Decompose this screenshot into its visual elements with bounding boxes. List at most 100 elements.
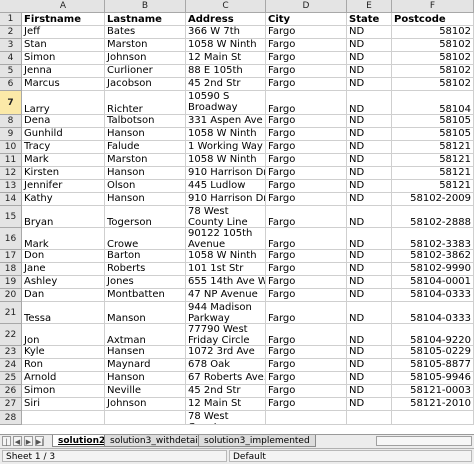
cell-postcode[interactable]: 58105-9946 (392, 372, 474, 385)
cell-city[interactable]: Fargo (266, 52, 347, 65)
cell-firstname[interactable]: Larry (22, 91, 105, 115)
cell-state[interactable]: ND (347, 228, 392, 250)
cell-address[interactable]: 88 E 105th (186, 65, 266, 78)
cell-address[interactable]: 1058 W Ninth (186, 250, 266, 263)
row-header[interactable]: 25 (0, 372, 22, 385)
cell-city[interactable]: Fargo (266, 276, 347, 289)
cell-postcode[interactable]: 58102-2888 (392, 206, 474, 228)
cell-state[interactable]: ND (347, 385, 392, 398)
cell-firstname[interactable]: Tessa (22, 302, 105, 324)
row-header[interactable]: 5 (0, 65, 22, 78)
cell-firstname[interactable]: Ashley (22, 276, 105, 289)
cell-state[interactable]: ND (347, 250, 392, 263)
row-header[interactable]: 24 (0, 359, 22, 372)
cell-state[interactable]: ND (347, 372, 392, 385)
cell-state[interactable]: ND (347, 180, 392, 193)
row-header[interactable]: 11 (0, 154, 22, 167)
cell-city[interactable]: Fargo (266, 128, 347, 141)
cell-firstname[interactable]: Simon (22, 385, 105, 398)
column-header-a[interactable]: A (22, 0, 105, 12)
cell-address[interactable]: 12 Main St (186, 52, 266, 65)
cell-address[interactable]: 445 Ludlow (186, 180, 266, 193)
row-header[interactable]: 17 (0, 250, 22, 263)
cell-lastname[interactable]: Bates (105, 26, 186, 39)
cell-address[interactable]: 10590 S Broadway (186, 91, 266, 115)
cell-lastname[interactable]: Hansen (105, 346, 186, 359)
cell-address[interactable]: 1072 3rd Ave (186, 346, 266, 359)
cell-state[interactable]: ND (347, 39, 392, 52)
cell-state[interactable]: ND (347, 398, 392, 411)
cell-firstname[interactable]: Jon (22, 324, 105, 346)
cell-postcode[interactable]: 58102 (392, 39, 474, 52)
row-header[interactable]: 10 (0, 141, 22, 154)
cell-firstname[interactable]: Tracy (22, 141, 105, 154)
cell-lastname[interactable]: Jacobson (105, 78, 186, 91)
row-header[interactable]: 7 (0, 91, 22, 115)
tab-solution3-implemented[interactable]: solution3_implemented (198, 435, 316, 447)
cell-address[interactable]: 678 Oak (186, 359, 266, 372)
row-header[interactable]: 16 (0, 228, 22, 250)
cell-state[interactable]: ND (347, 359, 392, 372)
cell-state[interactable]: ND (347, 276, 392, 289)
cell-state[interactable]: ND (347, 206, 392, 228)
cell-city[interactable]: Fargo (266, 167, 347, 180)
horizontal-scrollbar[interactable] (376, 436, 472, 446)
cell-postcode[interactable]: 58121-2010 (392, 398, 474, 411)
cell-firstname[interactable] (22, 411, 105, 425)
cell-city[interactable]: Fargo (266, 91, 347, 115)
cell-firstname[interactable]: Gunhild (22, 128, 105, 141)
cell-address[interactable]: 67 Roberts Ave. (186, 372, 266, 385)
cell-lastname[interactable]: Hanson (105, 372, 186, 385)
cell-city[interactable]: Fargo (266, 154, 347, 167)
cell-state[interactable]: ND (347, 26, 392, 39)
cell-state[interactable]: ND (347, 52, 392, 65)
cell-postcode[interactable]: 58102-3383 (392, 228, 474, 250)
cell-state[interactable]: ND (347, 263, 392, 276)
cell-firstname[interactable]: Marcus (22, 78, 105, 91)
cell-postcode[interactable]: 58102-2009 (392, 193, 474, 206)
row-header[interactable]: 14 (0, 193, 22, 206)
cell-lastname[interactable]: Olson (105, 180, 186, 193)
row-header[interactable]: 13 (0, 180, 22, 193)
cell-city[interactable]: Fargo (266, 141, 347, 154)
cell-firstname[interactable]: Jeff (22, 26, 105, 39)
tab-solution3-withdetail[interactable]: solution3_withdetail (104, 435, 207, 447)
cell-firstname[interactable]: Mark (22, 228, 105, 250)
cell-postcode[interactable]: 58121 (392, 154, 474, 167)
cell-state[interactable]: ND (347, 289, 392, 302)
header-postcode[interactable]: Postcode (392, 13, 474, 26)
cell-city[interactable]: Fargo (266, 115, 347, 128)
cell-city[interactable]: Fargo (266, 228, 347, 250)
cell-postcode[interactable]: 58121 (392, 141, 474, 154)
cell-address[interactable]: 1058 W Ninth (186, 154, 266, 167)
cell-state[interactable]: ND (347, 346, 392, 359)
cell-address[interactable]: 366 W 7th (186, 26, 266, 39)
cell-lastname[interactable]: Maynard (105, 359, 186, 372)
cell-lastname[interactable]: Neville (105, 385, 186, 398)
cell-firstname[interactable]: Arnold (22, 372, 105, 385)
cell-firstname[interactable]: Ron (22, 359, 105, 372)
cell-firstname[interactable]: Jane (22, 263, 105, 276)
cell-address[interactable]: 1058 W Ninth (186, 128, 266, 141)
cell-address[interactable]: 910 Harrison Dr (186, 167, 266, 180)
cell-city[interactable]: Fargo (266, 250, 347, 263)
cell-postcode[interactable]: 58102 (392, 78, 474, 91)
cell-lastname[interactable]: Richter (105, 91, 186, 115)
cell-firstname[interactable]: Siri (22, 398, 105, 411)
cell-address[interactable]: 910 Harrison Dr (186, 193, 266, 206)
cell-postcode[interactable]: 58121-0003 (392, 385, 474, 398)
cell-lastname[interactable]: Marston (105, 39, 186, 52)
cell-address[interactable]: 90122 105th Avenue (186, 228, 266, 250)
column-header-d[interactable]: D (266, 0, 347, 12)
row-header[interactable]: 1 (0, 13, 22, 26)
cell-state[interactable]: ND (347, 193, 392, 206)
cell-postcode[interactable]: 58102 (392, 26, 474, 39)
cell-address[interactable]: 47 NP Avenue (186, 289, 266, 302)
cell-lastname[interactable]: Hanson (105, 193, 186, 206)
cell-postcode[interactable]: 58102-3862 (392, 250, 474, 263)
row-header[interactable]: 22 (0, 324, 22, 346)
header-state[interactable]: State (347, 13, 392, 26)
row-header[interactable]: 23 (0, 346, 22, 359)
last-sheet-button[interactable]: ▶| (35, 436, 44, 446)
header-city[interactable]: City (266, 13, 347, 26)
